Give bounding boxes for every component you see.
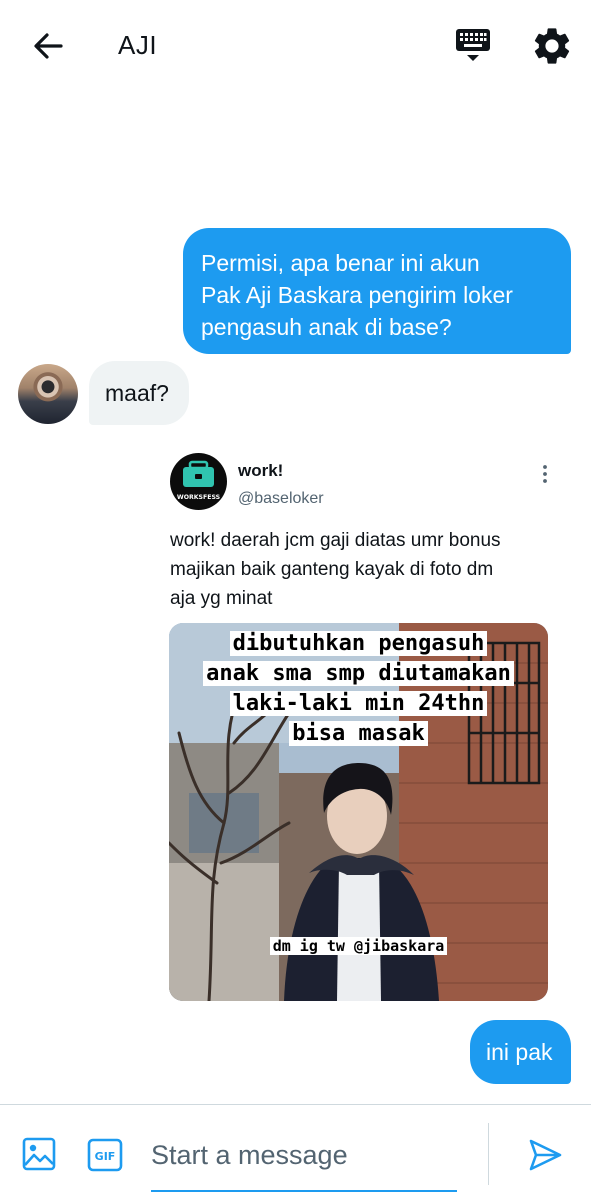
image-caption: dibutuhkan pengasuh anak sma smp diutama… [169, 629, 548, 749]
tweet-text-line: work! daerah jcm gaji diatas umr bonus [170, 530, 501, 551]
briefcase-logo-icon: WORKSFESS [177, 460, 220, 501]
tweet-author-handle[interactable]: @baseloker [238, 490, 324, 508]
conversation-title[interactable]: AJI [118, 30, 157, 61]
incoming-message[interactable]: maaf? [89, 361, 189, 425]
tweet-text-line: aja yg minat [170, 588, 273, 609]
message-text-line: pengasuh anak di base? [201, 314, 452, 340]
image-caption-line: dibutuhkan pengasuh [229, 631, 488, 656]
message-composer: GIF [0, 1104, 591, 1201]
gear-icon [534, 28, 570, 64]
tweet-author-avatar[interactable]: WORKSFESS [170, 453, 227, 510]
keyboard-button[interactable] [452, 26, 494, 66]
outgoing-message[interactable]: ini pak [470, 1020, 571, 1084]
sender-avatar[interactable] [18, 364, 78, 424]
tweet-author-name[interactable]: work! [238, 461, 283, 481]
tweet-text: work! daerah jcm gaji diatas umr bonus m… [170, 526, 560, 613]
back-button[interactable] [28, 26, 68, 66]
image-footer-caption-text: dm ig tw @jibaskara [269, 937, 448, 955]
composer-divider [488, 1123, 489, 1185]
more-vertical-icon [543, 465, 547, 483]
message-text-line: Permisi, apa benar ini akun [201, 250, 480, 276]
tweet-text-line: majikan baik ganteng kayak di foto dm [170, 559, 494, 580]
message-text-line: Pak Aji Baskara pengirim loker [201, 282, 513, 308]
image-caption-line: bisa masak [289, 721, 428, 746]
image-footer-caption: dm ig tw @jibaskara [169, 935, 548, 957]
outgoing-message[interactable]: Permisi, apa benar ini akun Pak Aji Bask… [183, 228, 571, 354]
image-caption-line: anak sma smp diutamakan [203, 661, 514, 686]
gif-label: GIF [95, 1150, 116, 1163]
avatar-logo-text: WORKSFESS [177, 494, 220, 501]
send-button[interactable] [527, 1137, 563, 1173]
image-icon [22, 1137, 56, 1171]
more-options-button[interactable] [534, 463, 556, 485]
gif-icon: GIF [87, 1138, 123, 1172]
add-image-button[interactable] [21, 1136, 57, 1172]
conversation-header: AJI [0, 0, 591, 92]
message-input[interactable] [151, 1129, 457, 1181]
keyboard-icon [456, 29, 490, 61]
image-caption-line: laki-laki min 24thn [229, 691, 488, 716]
message-text: maaf? [105, 380, 169, 406]
message-text: ini pak [486, 1039, 553, 1065]
tweet-image[interactable]: dibutuhkan pengasuh anak sma smp diutama… [169, 623, 548, 1001]
arrow-left-icon [34, 33, 63, 59]
input-underline [151, 1190, 457, 1192]
shared-tweet-card[interactable]: WORKSFESS work! @baseloker work! daerah … [168, 450, 560, 1010]
send-icon [529, 1139, 562, 1171]
settings-button[interactable] [530, 24, 574, 68]
add-gif-button[interactable]: GIF [87, 1138, 123, 1172]
